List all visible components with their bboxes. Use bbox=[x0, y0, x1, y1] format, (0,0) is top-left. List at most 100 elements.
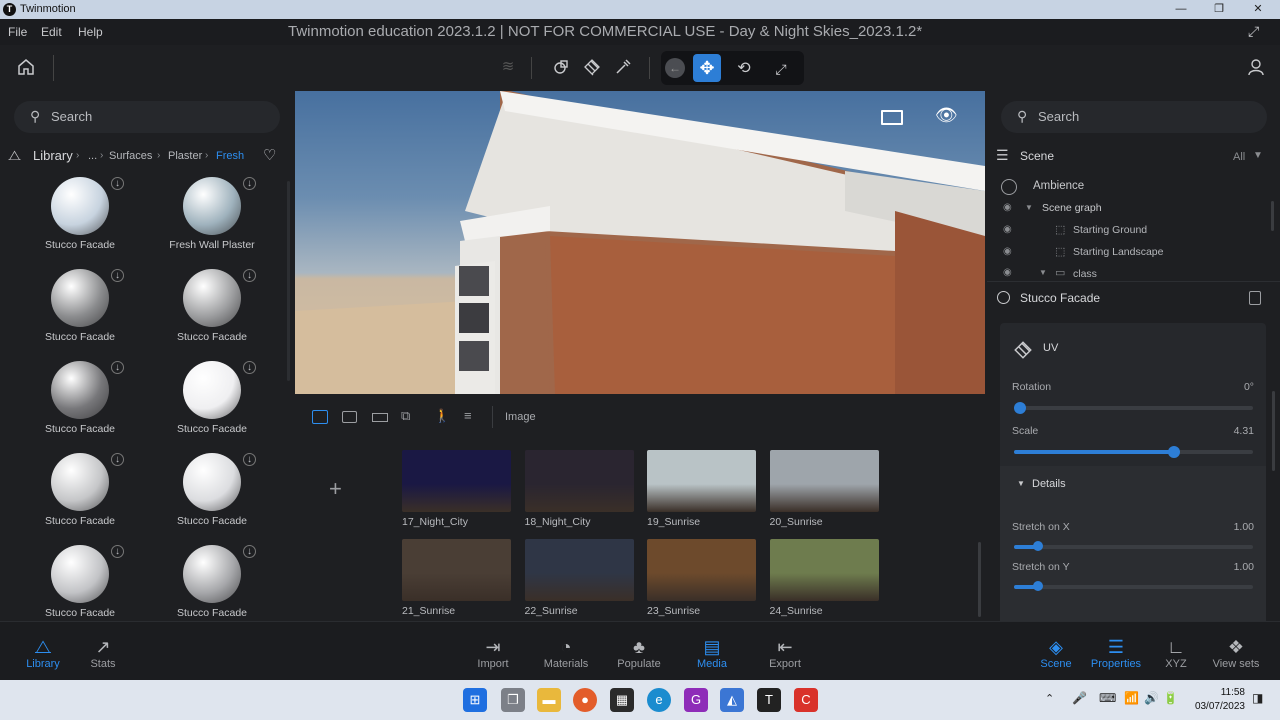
phasing-tab-icon[interactable]: ⧉ bbox=[401, 408, 410, 424]
maximize-button[interactable]: ❐ bbox=[1201, 0, 1237, 19]
battery-icon[interactable]: 🔋 bbox=[1163, 691, 1178, 705]
rotation-slider-track[interactable] bbox=[1020, 406, 1253, 410]
media-thumbnail[interactable] bbox=[402, 539, 511, 601]
tree-starting-ground[interactable]: Starting Ground bbox=[1073, 224, 1147, 236]
firefox-icon[interactable]: ● bbox=[573, 688, 597, 712]
shapes-button[interactable] bbox=[548, 54, 574, 80]
material-preview-sphere[interactable] bbox=[51, 545, 109, 603]
download-icon[interactable]: ↓ bbox=[243, 177, 256, 190]
nav-button-stats[interactable]: ↗ Stats bbox=[68, 636, 138, 670]
breadcrumb-plaster[interactable]: Plaster bbox=[168, 150, 202, 162]
stretch-y-value[interactable]: 1.00 bbox=[1194, 561, 1254, 573]
tree-class[interactable]: class bbox=[1073, 268, 1097, 280]
microphone-icon[interactable]: 🎤 bbox=[1072, 691, 1087, 705]
media-thumbnail[interactable] bbox=[647, 450, 756, 512]
breadcrumb-fresh[interactable]: Fresh bbox=[216, 150, 244, 162]
rotate-tool-button[interactable]: ⟲ bbox=[731, 56, 757, 82]
stretch-y-slider-handle[interactable] bbox=[1032, 581, 1043, 591]
download-icon[interactable]: ↓ bbox=[111, 453, 124, 466]
download-icon[interactable]: ↓ bbox=[111, 177, 124, 190]
user-button[interactable] bbox=[1243, 54, 1269, 80]
stretch-x-value[interactable]: 1.00 bbox=[1194, 521, 1254, 533]
material-item[interactable]: ↓ Stucco Facade bbox=[30, 269, 160, 359]
scale-slider-handle[interactable] bbox=[1168, 446, 1181, 458]
add-media-button[interactable]: + bbox=[329, 476, 342, 502]
favorite-heart-icon[interactable]: ♡ bbox=[263, 146, 276, 164]
library-search-input[interactable]: ⚲ Search bbox=[14, 101, 280, 133]
material-preview-sphere[interactable] bbox=[51, 453, 109, 511]
media-thumbnail[interactable] bbox=[524, 450, 634, 512]
home-button[interactable] bbox=[13, 54, 39, 80]
details-collapse-icon[interactable]: ▼ bbox=[1017, 479, 1025, 488]
eyedropper-button[interactable] bbox=[610, 54, 636, 80]
material-item[interactable]: ↓ Stucco Facade bbox=[162, 453, 292, 543]
chevron-down-icon[interactable]: ▼ bbox=[1253, 150, 1263, 161]
image-tab-icon[interactable] bbox=[312, 410, 328, 424]
nav-button-export[interactable]: ⇤ Export bbox=[750, 636, 820, 670]
clock-time[interactable]: 11:58 bbox=[1191, 687, 1245, 698]
stretch-y-slider-track[interactable] bbox=[1014, 585, 1253, 589]
split-view-icon[interactable] bbox=[1249, 291, 1261, 305]
visibility-eye-icon[interactable]: ◉ bbox=[1003, 246, 1012, 257]
nav-button-populate[interactable]: ♣ Populate bbox=[604, 636, 674, 670]
wifi-icon[interactable]: 📶 bbox=[1124, 691, 1139, 705]
media-scrollbar[interactable] bbox=[978, 542, 981, 617]
library-title[interactable]: Library bbox=[33, 148, 73, 163]
nav-button-materials[interactable]: ◔ Materials bbox=[531, 636, 601, 670]
download-icon[interactable]: ↓ bbox=[111, 269, 124, 282]
material-preview-sphere[interactable] bbox=[183, 453, 241, 511]
details-title[interactable]: Details bbox=[1032, 478, 1066, 490]
panorama-tab-icon[interactable] bbox=[372, 413, 388, 422]
media-thumbnail[interactable] bbox=[402, 450, 511, 512]
stretch-x-slider-handle[interactable] bbox=[1032, 541, 1043, 551]
scene-filter-dropdown[interactable]: All bbox=[1233, 151, 1245, 163]
material-item[interactable]: ↓ Stucco Facade bbox=[30, 177, 160, 267]
move-tool-button[interactable]: ✥ bbox=[693, 54, 721, 82]
material-preview-sphere[interactable] bbox=[183, 545, 241, 603]
edge-icon[interactable]: e bbox=[647, 688, 671, 712]
library-scrollbar[interactable] bbox=[287, 181, 290, 381]
panel-toggle-icon[interactable] bbox=[881, 110, 903, 125]
scene-search-input[interactable]: ⚲ Search bbox=[1001, 101, 1267, 133]
media-thumbnail[interactable] bbox=[647, 539, 756, 601]
material-preview-sphere[interactable] bbox=[183, 177, 241, 235]
back-arrow-icon[interactable]: ← bbox=[665, 58, 685, 78]
material-preview-sphere[interactable] bbox=[183, 269, 241, 327]
download-icon[interactable]: ↓ bbox=[243, 453, 256, 466]
scale-value[interactable]: 4.31 bbox=[1194, 425, 1254, 437]
twinmotion-taskbar-icon[interactable]: T bbox=[757, 688, 781, 712]
volume-icon[interactable]: 🔊 bbox=[1144, 691, 1159, 705]
clock-date[interactable]: 03/07/2023 bbox=[1181, 701, 1245, 712]
visibility-eye-icon[interactable]: ◉ bbox=[1003, 267, 1012, 278]
sketchup-icon[interactable]: ◭ bbox=[720, 688, 744, 712]
material-preview-sphere[interactable] bbox=[183, 361, 241, 419]
chevron-up-icon[interactable]: ⌃ bbox=[1045, 692, 1054, 705]
material-item[interactable]: ↓ Stucco Facade bbox=[162, 269, 292, 359]
download-icon[interactable]: ↓ bbox=[243, 361, 256, 374]
layers-icon[interactable]: ≋ bbox=[495, 54, 521, 80]
rotation-slider-handle[interactable] bbox=[1014, 402, 1026, 414]
nav-button-view-sets[interactable]: ❖ View sets bbox=[1201, 636, 1271, 670]
media-thumbnail[interactable] bbox=[769, 450, 879, 512]
file-explorer-icon[interactable]: ▬ bbox=[537, 688, 561, 712]
breadcrumb-surfaces[interactable]: Surfaces bbox=[109, 150, 152, 162]
collapse-icon[interactable]: ⤢ bbox=[1248, 23, 1259, 40]
start-windows-icon[interactable]: ⊞ bbox=[463, 688, 487, 712]
scale-tool-button[interactable]: ⤢ bbox=[768, 56, 794, 82]
material-item[interactable]: ↓ Stucco Facade bbox=[30, 361, 160, 451]
expand-arrow-icon[interactable]: ▼ bbox=[1025, 203, 1033, 212]
list-tab-icon[interactable]: ≡ bbox=[464, 408, 472, 423]
media-app-icon[interactable]: ▦ bbox=[610, 688, 634, 712]
properties-scrollbar[interactable] bbox=[1272, 391, 1275, 471]
material-preview-sphere[interactable] bbox=[51, 269, 109, 327]
material-item[interactable]: ↓ Fresh Wall Plaster bbox=[162, 177, 292, 267]
nav-button-import[interactable]: ⇥ Import bbox=[458, 636, 528, 670]
material-item[interactable]: ↓ Stucco Facade bbox=[162, 361, 292, 451]
nav-button-media[interactable]: ▤ Media bbox=[677, 636, 747, 670]
download-icon[interactable]: ↓ bbox=[111, 545, 124, 558]
3d-viewport[interactable]: 👁 bbox=[295, 91, 985, 394]
tree-scrollbar[interactable] bbox=[1271, 201, 1274, 231]
tree-ambience[interactable]: Ambience bbox=[1033, 180, 1084, 192]
keyboard-icon[interactable]: ⌨ bbox=[1099, 691, 1116, 705]
download-icon[interactable]: ↓ bbox=[243, 269, 256, 282]
